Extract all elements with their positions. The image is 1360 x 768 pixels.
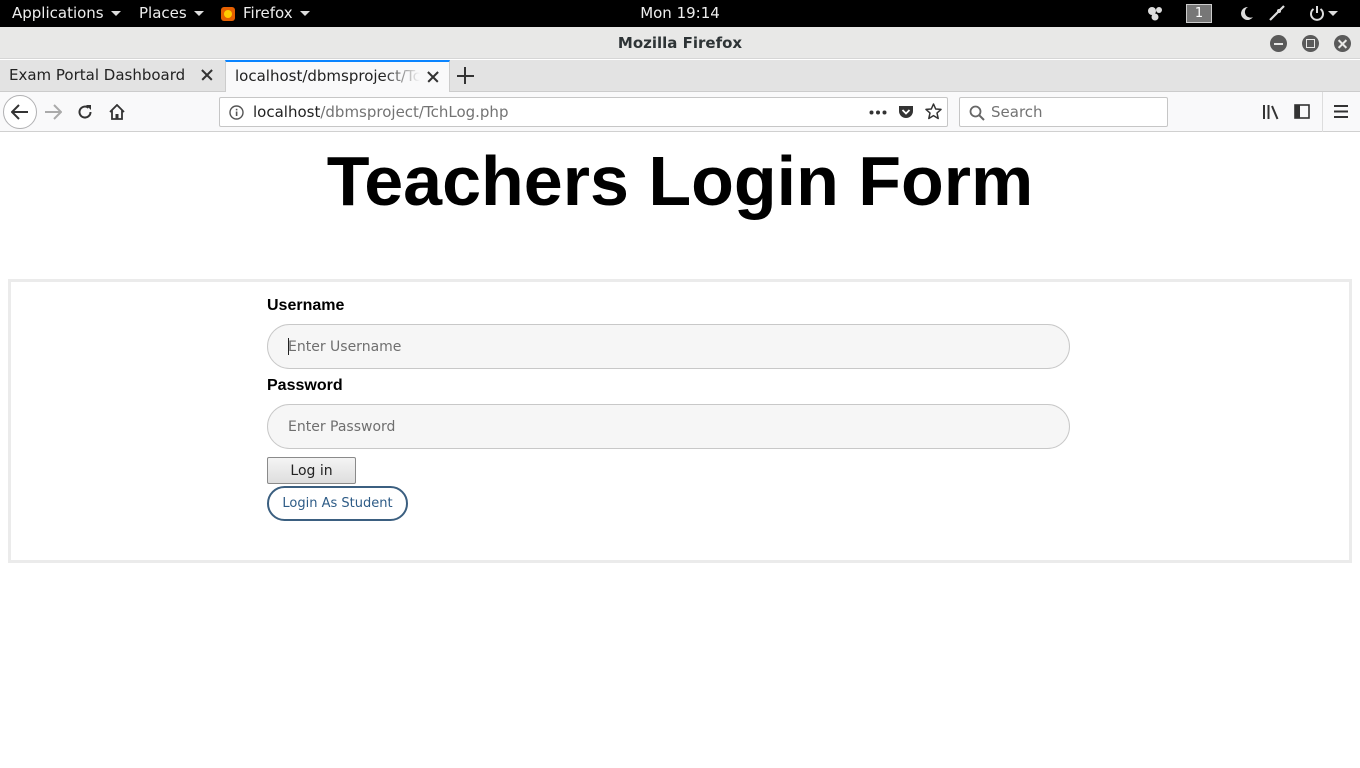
- tab-strip: Exam Portal Dashboard localhost/dbmsproj…: [0, 60, 1360, 93]
- page-actions-icon[interactable]: [869, 110, 887, 115]
- applications-menu-label: Applications: [12, 4, 104, 22]
- close-tab-icon[interactable]: [200, 68, 214, 82]
- back-button[interactable]: [3, 95, 37, 129]
- night-light-icon[interactable]: [1240, 6, 1254, 21]
- arrow-left-icon: [11, 104, 28, 120]
- chevron-down-icon: [193, 11, 204, 16]
- page-title: Teachers Login Form: [326, 142, 1034, 220]
- chevron-down-icon[interactable]: [1328, 11, 1338, 16]
- places-menu-label: Places: [139, 4, 187, 22]
- tab-tchlog[interactable]: localhost/dbmsproject/TchLog.php: [225, 60, 450, 93]
- password-label: Password: [267, 377, 343, 394]
- workspace-indicator[interactable]: 1: [1186, 4, 1212, 23]
- hamburger-menu-icon[interactable]: [1334, 105, 1348, 118]
- clock[interactable]: Mon 19:14: [640, 4, 720, 22]
- password-input[interactable]: [267, 404, 1070, 449]
- places-menu[interactable]: Places: [139, 0, 204, 27]
- maximize-button[interactable]: [1302, 35, 1319, 52]
- new-tab-button[interactable]: [457, 67, 474, 84]
- bookmark-star-icon[interactable]: [925, 103, 942, 120]
- system-monitor-icon[interactable]: [1146, 6, 1164, 21]
- tab-label: Exam Portal Dashboard: [9, 66, 186, 84]
- close-window-button[interactable]: [1334, 35, 1351, 52]
- url-bar[interactable]: localhost/dbmsproject/TchLog.php: [219, 97, 948, 127]
- chevron-down-icon: [299, 11, 310, 16]
- text-cursor: [288, 338, 289, 355]
- chevron-down-icon: [110, 11, 121, 16]
- home-icon: [109, 104, 125, 120]
- username-input[interactable]: [267, 324, 1070, 369]
- login-form: Username Password Log in Login As Studen…: [8, 279, 1352, 563]
- reload-icon: [78, 105, 92, 119]
- username-label: Username: [267, 297, 345, 314]
- search-bar[interactable]: [959, 97, 1168, 127]
- color-picker-icon[interactable]: [1268, 5, 1286, 22]
- login-button[interactable]: Log in: [267, 457, 356, 484]
- page-content: Teachers Login Form Username Password Lo…: [0, 133, 1360, 768]
- arrow-right-icon: [45, 104, 62, 120]
- navigation-toolbar: localhost/dbmsproject/TchLog.php: [0, 92, 1360, 132]
- library-icon[interactable]: [1262, 104, 1280, 120]
- url-text: localhost/dbmsproject/TchLog.php: [253, 98, 508, 126]
- firefox-logo-icon: [221, 6, 235, 21]
- minimize-button[interactable]: [1270, 35, 1287, 52]
- info-icon[interactable]: [229, 105, 244, 120]
- url-host: localhost: [253, 103, 321, 121]
- close-tab-icon[interactable]: [426, 70, 440, 84]
- tab-label: localhost/dbmsproject/TchLog.php: [235, 67, 420, 85]
- login-as-student-button[interactable]: Login As Student: [267, 486, 408, 521]
- home-button[interactable]: [101, 96, 133, 128]
- window-title: Mozilla Firefox: [617, 34, 743, 52]
- reload-button[interactable]: [69, 96, 101, 128]
- pocket-icon[interactable]: [898, 104, 914, 120]
- sidebar-toggle-icon[interactable]: [1294, 104, 1310, 119]
- tab-exam-portal-dashboard[interactable]: Exam Portal Dashboard: [0, 60, 225, 92]
- window-title-bar: Mozilla Firefox: [0, 27, 1360, 59]
- search-input[interactable]: [991, 101, 1161, 123]
- applications-menu[interactable]: Applications: [12, 0, 121, 27]
- firefox-app-menu-label: Firefox: [243, 4, 293, 22]
- toolbar-divider: [1322, 92, 1323, 132]
- firefox-app-menu[interactable]: Firefox: [221, 0, 310, 27]
- power-icon[interactable]: [1309, 5, 1325, 22]
- search-icon: [969, 105, 985, 121]
- url-path: /dbmsproject/TchLog.php: [320, 103, 509, 121]
- forward-button[interactable]: [37, 96, 69, 128]
- system-top-bar: Applications Places Firefox Mon 19:14 1: [0, 0, 1360, 27]
